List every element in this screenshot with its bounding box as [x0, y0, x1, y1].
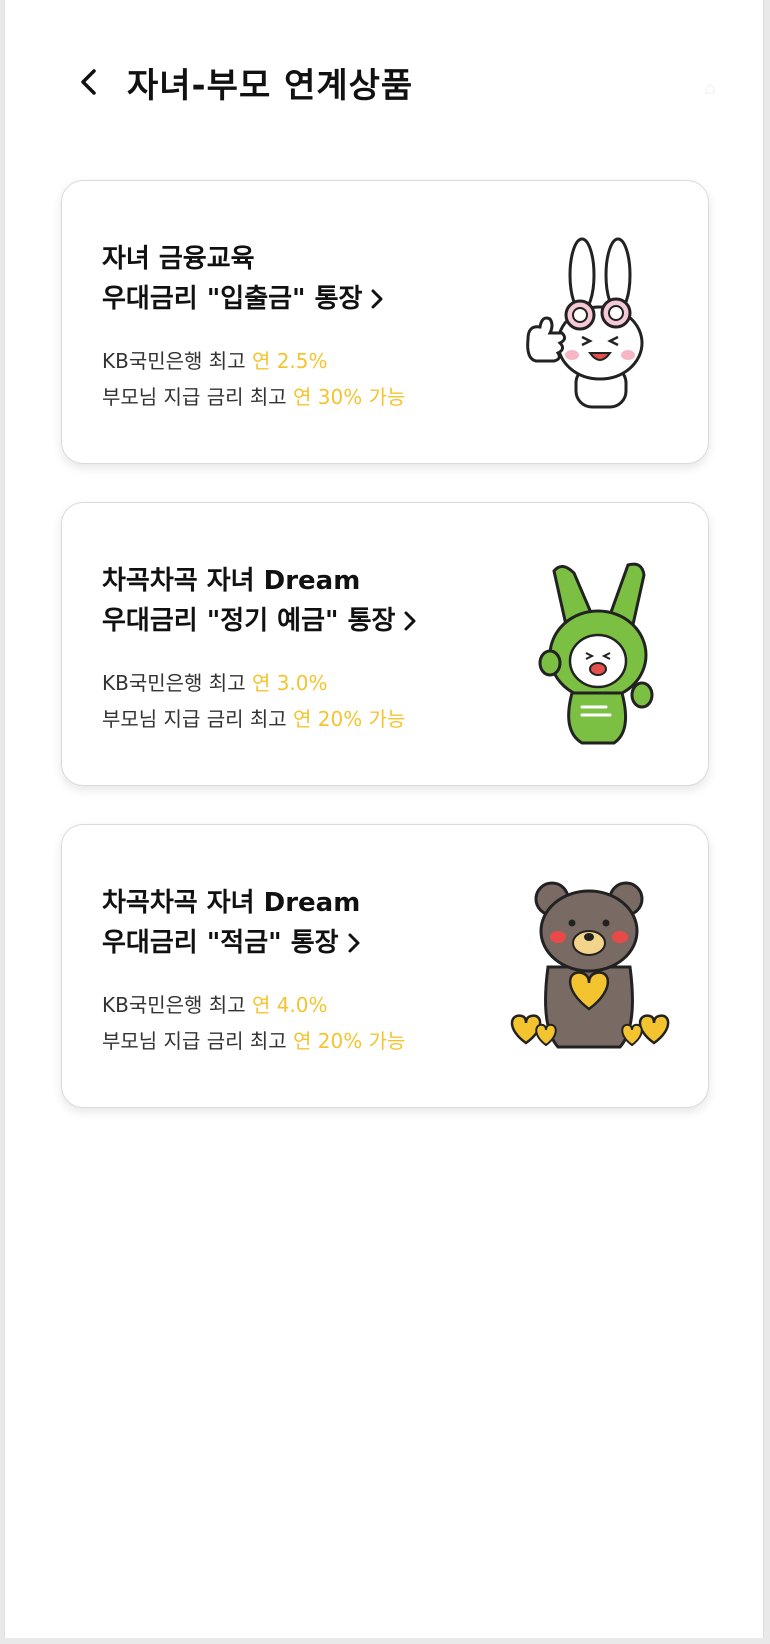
product-title: 차곡차곡 자녀 Dream 우대금리 "정기 예금" 통장	[102, 561, 417, 644]
back-button[interactable]	[69, 62, 109, 102]
home-icon: ⌂	[704, 78, 716, 99]
bank-rate-label: KB국민은행 최고	[102, 993, 246, 1017]
parent-rate-label: 부모님 지급 금리 최고	[102, 385, 287, 409]
bank-rate-line: KB국민은행 최고 연 3.0%	[102, 667, 328, 696]
bank-rate-value: 연 2.5%	[251, 349, 328, 373]
parent-rate-line: 부모님 지급 금리 최고 연 20% 가능	[102, 703, 405, 732]
bank-rate-value: 연 3.0%	[251, 671, 328, 695]
product-card-savings-account[interactable]: 자녀 금융교육 우대금리 "입출금" 통장 KB국민은행 최고 연 2.5% 부…	[61, 180, 709, 464]
product-title-line2: 우대금리 "정기 예금" 통장	[102, 606, 396, 636]
parent-rate-value: 연 30% 가능	[293, 385, 406, 409]
product-title: 자녀 금융교육 우대금리 "입출금" 통장	[102, 239, 384, 322]
parent-rate-line: 부모님 지급 금리 최고 연 30% 가능	[102, 381, 405, 410]
chevron-right-icon	[347, 926, 361, 966]
parent-rate-label: 부모님 지급 금리 최고	[102, 707, 287, 731]
bank-rate-line: KB국민은행 최고 연 2.5%	[102, 345, 328, 374]
parent-rate-label: 부모님 지급 금리 최고	[102, 1029, 287, 1053]
bank-rate-value: 연 4.0%	[251, 993, 328, 1017]
page-title: 자녀-부모 연계상품	[127, 66, 414, 106]
header: 자녀-부모 연계상품 ⌂	[5, 40, 763, 130]
screen: 자녀-부모 연계상품 ⌂ 자녀 금융교육 우대금리 "입출금" 통장 KB국민은…	[4, 0, 764, 1638]
bank-rate-label: KB국민은행 최고	[102, 671, 246, 695]
product-title-line1: 차곡차곡 자녀 Dream	[102, 888, 361, 918]
product-title-line1: 차곡차곡 자녀 Dream	[102, 566, 361, 596]
product-card-deposit-account[interactable]: 차곡차곡 자녀 Dream 우대금리 "정기 예금" 통장 KB국민은행 최고 …	[61, 502, 709, 786]
product-card-installment-account[interactable]: 차곡차곡 자녀 Dream 우대금리 "적금" 통장 KB국민은행 최고 연 4…	[61, 824, 709, 1108]
product-title-line2: 우대금리 "입출금" 통장	[102, 284, 363, 314]
product-title-line2: 우대금리 "적금" 통장	[102, 928, 339, 958]
rabbit-character-icon	[526, 237, 644, 409]
bear-character-icon	[510, 881, 670, 1049]
parent-rate-value: 연 20% 가능	[293, 1029, 406, 1053]
chevron-right-icon	[370, 282, 384, 322]
chevron-left-icon	[81, 69, 96, 95]
bank-rate-line: KB국민은행 최고 연 4.0%	[102, 989, 328, 1018]
parent-rate-value: 연 20% 가능	[293, 707, 406, 731]
chevron-right-icon	[403, 604, 417, 644]
product-title: 차곡차곡 자녀 Dream 우대금리 "적금" 통장	[102, 883, 361, 966]
product-title-line1: 자녀 금융교육	[102, 244, 255, 274]
green-character-icon	[538, 562, 654, 745]
bank-rate-label: KB국민은행 최고	[102, 349, 246, 373]
parent-rate-line: 부모님 지급 금리 최고 연 20% 가능	[102, 1025, 405, 1054]
